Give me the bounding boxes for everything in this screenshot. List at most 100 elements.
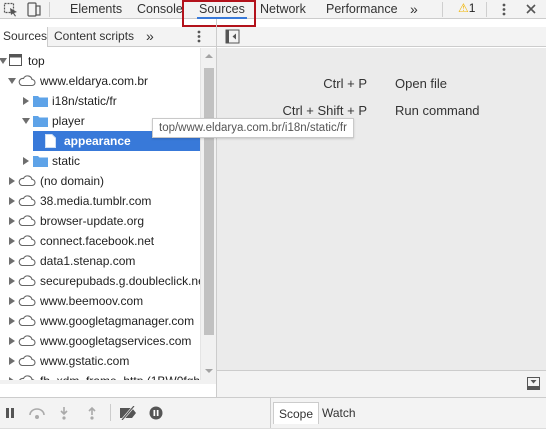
collapsed-arrow-icon[interactable] [9, 197, 15, 205]
pause-icon[interactable] [4, 406, 16, 420]
toolbar-divider [442, 2, 443, 17]
tree-item-domain[interactable]: securepubads.g.doubleclick.net [0, 271, 200, 291]
tree-item-label: www.eldarya.com.br [40, 74, 149, 88]
expanded-arrow-icon[interactable] [0, 58, 7, 64]
tree-item-label: 38.media.tumblr.com [40, 194, 152, 208]
tree-item-label: securepubads.g.doubleclick.net [40, 274, 200, 288]
toggle-navigator-icon[interactable] [225, 29, 240, 44]
tree-item-label: data1.stenap.com [40, 254, 136, 268]
device-toolbar-icon[interactable] [26, 2, 42, 17]
expanded-arrow-icon[interactable] [8, 78, 16, 84]
tab-elements[interactable]: Elements [70, 0, 122, 19]
tree-item-domain[interactable]: www.gstatic.com [0, 351, 200, 371]
warning-count: 1 [468, 1, 476, 15]
tree-item-label: (no domain) [40, 174, 105, 188]
cloud-icon [18, 355, 36, 367]
scroll-down-arrow-icon[interactable] [204, 367, 214, 375]
tree-item-domain[interactable]: connect.facebook.net [0, 231, 200, 251]
tab-content-scripts[interactable]: Content scripts [54, 27, 134, 46]
tree-item-label: static [52, 154, 81, 168]
step-over-icon[interactable] [28, 406, 46, 420]
close-icon[interactable] [523, 2, 539, 17]
tree-horizontal-scrollbar[interactable] [0, 380, 216, 384]
file-icon [45, 134, 56, 148]
pause-on-exceptions-icon[interactable] [149, 406, 163, 420]
warning-icon: ⚠ [458, 1, 469, 15]
toolbar-divider [49, 2, 50, 17]
collapsed-arrow-icon[interactable] [9, 337, 15, 345]
collapsed-arrow-icon[interactable] [23, 97, 29, 105]
collapsed-arrow-icon[interactable] [9, 317, 15, 325]
folder-icon [33, 156, 48, 167]
collapsed-arrow-icon[interactable] [9, 297, 15, 305]
frame-icon [9, 54, 22, 66]
tab-sources-navigator[interactable]: Sources [0, 27, 48, 47]
path-tooltip: top/www.eldarya.com.br/i18n/static/fr [152, 118, 354, 138]
more-tabs-chevron-icon[interactable]: » [410, 0, 418, 19]
tree-item-domain[interactable]: browser-update.org [0, 211, 200, 231]
tab-scope[interactable]: Scope [273, 402, 320, 424]
warnings-counter[interactable]: ⚠1 [458, 1, 475, 15]
tree-item-domain[interactable]: fb_xdm_frame_http (1BW0fgh [0, 371, 200, 380]
tree-item-domain[interactable]: www.googletagmanager.com [0, 311, 200, 331]
toggle-debugger-sidebar-icon[interactable] [527, 377, 540, 390]
tree-item-domain[interactable]: www.beemoov.com [0, 291, 200, 311]
cloud-icon [18, 255, 36, 267]
collapsed-arrow-icon[interactable] [9, 217, 15, 225]
shortcut-keys: Ctrl + P [323, 76, 367, 91]
more-navigator-tabs-chevron-icon[interactable]: » [146, 27, 154, 46]
kebab-menu-icon[interactable] [496, 2, 512, 17]
collapsed-arrow-icon[interactable] [9, 357, 15, 365]
tree-item-folder[interactable]: i18n/static/fr [0, 91, 200, 111]
shortcut-action[interactable]: Run command [395, 103, 480, 118]
editor-placeholder: Ctrl + P Open file Ctrl + Shift + P Run … [217, 48, 546, 370]
tree-item-domain[interactable]: www.googletagservices.com [0, 331, 200, 351]
tree-item-label: i18n/static/fr [52, 94, 117, 108]
tree-item-folder[interactable]: static [0, 151, 200, 171]
collapsed-arrow-icon[interactable] [9, 177, 15, 185]
tree-item-label: player [52, 114, 85, 128]
collapsed-arrow-icon[interactable] [23, 157, 29, 165]
tree-item-top[interactable]: top [0, 51, 200, 71]
tree-item-domain[interactable]: (no domain) [0, 171, 200, 191]
devtools-tab-bar: Elements Console Sources Network Perform… [0, 0, 546, 19]
step-into-icon[interactable] [58, 406, 70, 420]
cloud-icon [18, 295, 36, 307]
tree-vertical-scrollbar[interactable] [200, 48, 216, 380]
collapsed-arrow-icon[interactable] [9, 237, 15, 245]
cloud-icon [18, 215, 36, 227]
collapsed-arrow-icon[interactable] [9, 277, 15, 285]
scrollbar-thumb[interactable] [204, 68, 214, 335]
tab-performance[interactable]: Performance [326, 0, 398, 19]
inspect-element-icon[interactable] [3, 2, 19, 17]
scroll-up-arrow-icon[interactable] [204, 52, 214, 60]
collapsed-arrow-icon[interactable] [9, 257, 15, 265]
cloud-icon [18, 315, 36, 327]
folder-icon [33, 116, 48, 127]
shortcut-keys: Ctrl + Shift + P [282, 103, 367, 118]
navigator-menu-icon[interactable] [194, 29, 204, 44]
folder-icon [33, 96, 48, 107]
tree-item-label: browser-update.org [40, 214, 145, 228]
tab-watch[interactable]: Watch [317, 402, 361, 424]
tab-network[interactable]: Network [260, 0, 306, 19]
sources-tab-highlight [182, 0, 256, 27]
file-tree: top www.eldarya.com.br i18n/static/fr pl… [0, 48, 200, 380]
deactivate-breakpoints-icon[interactable] [119, 406, 139, 420]
toolbar-divider [110, 404, 111, 421]
step-out-icon[interactable] [86, 406, 98, 420]
panel-divider[interactable] [270, 398, 271, 429]
toolbar-divider [486, 2, 487, 17]
expanded-arrow-icon[interactable] [22, 118, 30, 124]
tree-item-label: www.googletagservices.com [40, 334, 192, 348]
shortcut-action[interactable]: Open file [395, 76, 447, 91]
tree-item-label: www.beemoov.com [40, 294, 144, 308]
tab-console[interactable]: Console [137, 0, 183, 19]
tree-item-domain[interactable]: data1.stenap.com [0, 251, 200, 271]
debugger-toolbar: Scope Watch [0, 397, 546, 429]
cloud-icon [18, 175, 36, 187]
navigator-tab-bar: Sources Content scripts » [0, 27, 216, 47]
cloud-icon [18, 235, 36, 247]
tree-item-domain[interactable]: 38.media.tumblr.com [0, 191, 200, 211]
tree-item-domain[interactable]: www.eldarya.com.br [0, 71, 200, 91]
